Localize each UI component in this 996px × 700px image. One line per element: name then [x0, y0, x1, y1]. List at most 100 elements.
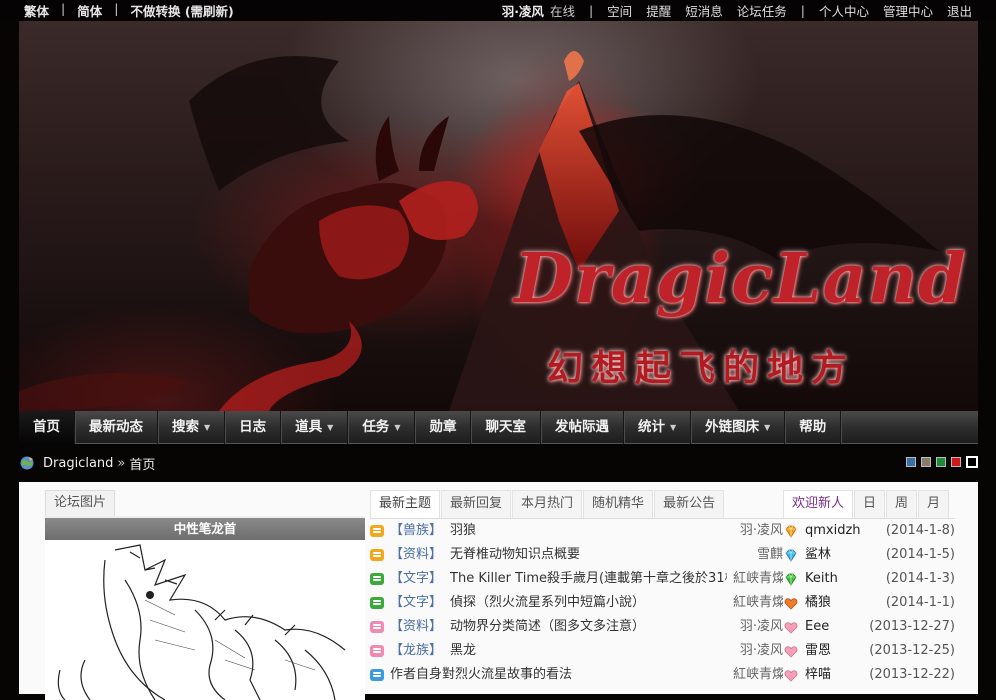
nav-item[interactable]: 聊天室	[471, 411, 541, 444]
thread-title-link[interactable]: 无脊椎动物知识点概要	[450, 543, 727, 567]
thread-row[interactable]: 【文字】 偵探（烈火流星系列中短篇小說） 紅峡青燦	[370, 591, 783, 615]
thread-row[interactable]: 作者自身對烈火流星故事的看法 紅峡青燦	[370, 663, 783, 687]
new-member-row: 橘狼 (2014-1-1)	[783, 591, 955, 615]
nav-item[interactable]: 最新动态	[75, 411, 158, 444]
nav-item[interactable]: 发帖际遇	[541, 411, 624, 444]
new-member-name-link[interactable]: 鲨林	[805, 543, 886, 567]
thread-category-link[interactable]: 【资料】	[390, 615, 442, 639]
messages-link[interactable]: 短消息	[685, 1, 723, 20]
new-member-row: Eee (2013-12-27)	[783, 615, 955, 639]
nav-item[interactable]: 日志	[225, 411, 282, 444]
thread-title-link[interactable]: The Killer Time殺手歲月(連載第十章之後於31樓	[450, 567, 727, 591]
new-member-list: qmxidzh (2014-1-8) 鲨林 (2014-1-5) Keith (2014-…	[783, 519, 955, 687]
no-conversion-link[interactable]: 不做转换 (需刷新)	[130, 1, 233, 20]
breadcrumb-current[interactable]: 首页	[129, 454, 155, 473]
new-member-row: 梓喵 (2013-12-22)	[783, 663, 955, 687]
thread-title-link[interactable]: 黑龙	[450, 639, 727, 663]
caret-down-icon: ▼	[764, 423, 771, 432]
tab-new-members[interactable]: 欢迎新人	[783, 490, 854, 518]
breadcrumb-site-link[interactable]: Dragicland	[43, 456, 113, 471]
thread-author-link[interactable]: 紅峡青燦	[733, 663, 783, 687]
logout-link[interactable]: 退出	[947, 1, 972, 20]
thread-author-link[interactable]: 紅峡青燦	[733, 567, 783, 591]
nav-item-label: 任务	[362, 419, 390, 435]
tab-new-members[interactable]: 日	[854, 490, 886, 518]
join-date: (2013-12-22)	[869, 667, 955, 682]
space-link[interactable]: 空间	[607, 1, 632, 20]
nav-item[interactable]: 勋章	[415, 411, 472, 444]
thread-bubble-icon	[370, 549, 384, 561]
simplified-chinese-link[interactable]: 简体	[77, 1, 102, 20]
nav-item[interactable]: 帮助	[785, 411, 842, 444]
nav-item[interactable]: 搜索 ▼	[158, 411, 226, 444]
tab-forum-pictures[interactable]: 论坛图片	[45, 490, 116, 516]
nav-item[interactable]: 道具 ▼	[281, 411, 349, 444]
nav-item[interactable]: 首页	[19, 411, 75, 444]
pink-heart-icon	[784, 646, 798, 658]
nav-item[interactable]: 任务 ▼	[348, 411, 416, 444]
new-member-name-link[interactable]: 橘狼	[805, 591, 886, 615]
new-member-name-link[interactable]: Eee	[805, 615, 869, 639]
tab-thread-view[interactable]: 本月热门	[512, 490, 583, 518]
caret-down-icon: ▼	[327, 423, 334, 432]
portal-panel: 论坛图片 中性笔龙首 最新主题 最新回复 本月热门 随机精华 最新公告 【兽族】…	[19, 482, 978, 700]
new-member-name-link[interactable]: 梓喵	[805, 663, 869, 687]
green-gem-icon	[785, 573, 797, 586]
thread-row[interactable]: 【兽族】 羽狼 羽·凌风	[370, 519, 783, 543]
style-swatch[interactable]	[906, 457, 916, 467]
thread-title-link[interactable]: 作者自身對烈火流星故事的看法	[390, 663, 727, 687]
thread-author-link[interactable]: 紅峡青燦	[733, 591, 783, 615]
style-swatch[interactable]	[921, 457, 931, 467]
dragon-head-sketch	[57, 544, 346, 700]
thread-row[interactable]: 【龙族】 黑龙 羽·凌风	[370, 639, 783, 663]
thread-author-link[interactable]: 羽·凌风	[733, 519, 783, 543]
user-center-link[interactable]: 个人中心	[819, 1, 869, 20]
tab-thread-view[interactable]: 最新主题	[370, 490, 441, 518]
username-link[interactable]: 羽·凌风	[502, 1, 544, 20]
tab-new-members[interactable]: 月	[918, 490, 950, 518]
forum-tasks-link[interactable]: 论坛任务	[737, 1, 787, 20]
thread-category-link[interactable]: 【文字】	[390, 567, 442, 591]
new-member-name-link[interactable]: qmxidzh	[805, 519, 886, 543]
nav-item-label: 日志	[239, 419, 267, 435]
tab-thread-view[interactable]: 最新公告	[654, 490, 725, 518]
thread-row[interactable]: 【资料】 无脊椎动物知识点概要 雪麒	[370, 543, 783, 567]
caret-down-icon: ▼	[394, 423, 401, 432]
tab-thread-view[interactable]: 随机精华	[583, 490, 654, 518]
picture-caption[interactable]: 中性笔龙首	[45, 518, 365, 540]
caret-down-icon: ▼	[204, 423, 211, 432]
thread-category-link[interactable]: 【龙族】	[390, 639, 442, 663]
style-swatch[interactable]	[936, 457, 946, 467]
nav-item-label: 最新动态	[89, 419, 143, 435]
nav-item[interactable]: 外链图床 ▼	[691, 411, 786, 444]
admin-center-link[interactable]: 管理中心	[883, 1, 933, 20]
new-member-name-link[interactable]: Keith	[805, 567, 886, 591]
thread-title-link[interactable]: 羽狼	[450, 519, 727, 543]
orange-gem-icon	[785, 525, 797, 538]
nav-item[interactable]: 统计 ▼	[624, 411, 692, 444]
thread-row[interactable]: 【资料】 动物界分类简述（图多文多注意） 羽·凌风	[370, 615, 783, 639]
featured-picture[interactable]	[45, 540, 365, 700]
thread-category-link[interactable]: 【兽族】	[390, 519, 442, 543]
thread-author-link[interactable]: 雪麒	[733, 543, 783, 567]
style-swatch[interactable]	[951, 457, 961, 467]
site-banner[interactable]: DragicLand 幻想起飞的地方	[19, 21, 978, 411]
thread-tabs: 最新主题 最新回复 本月热门 随机精华 最新公告	[370, 490, 783, 519]
thread-row[interactable]: 【文字】 The Killer Time殺手歲月(連載第十章之後於31樓 紅峡青燦	[370, 567, 783, 591]
tab-thread-view[interactable]: 最新回复	[441, 490, 512, 518]
thread-author-link[interactable]: 羽·凌风	[733, 615, 783, 639]
notifications-link[interactable]: 提醒	[646, 1, 671, 20]
thread-title-link[interactable]: 动物界分类简述（图多文多注意）	[450, 615, 727, 639]
online-status[interactable]: 在线	[550, 1, 575, 20]
thread-title-link[interactable]: 偵探（烈火流星系列中短篇小說）	[450, 591, 727, 615]
new-member-name-link[interactable]: 雷恩	[805, 639, 869, 663]
traditional-chinese-link[interactable]: 繁体	[24, 1, 49, 20]
style-swatch[interactable]	[966, 456, 978, 468]
separator: |	[61, 1, 66, 16]
tab-new-members[interactable]: 周	[886, 490, 918, 518]
thread-category-link[interactable]: 【资料】	[390, 543, 442, 567]
thread-author-link[interactable]: 羽·凌风	[733, 639, 783, 663]
thread-category-link[interactable]: 【文字】	[390, 591, 442, 615]
join-date: (2013-12-27)	[869, 619, 955, 634]
thread-bubble-icon	[370, 573, 384, 585]
